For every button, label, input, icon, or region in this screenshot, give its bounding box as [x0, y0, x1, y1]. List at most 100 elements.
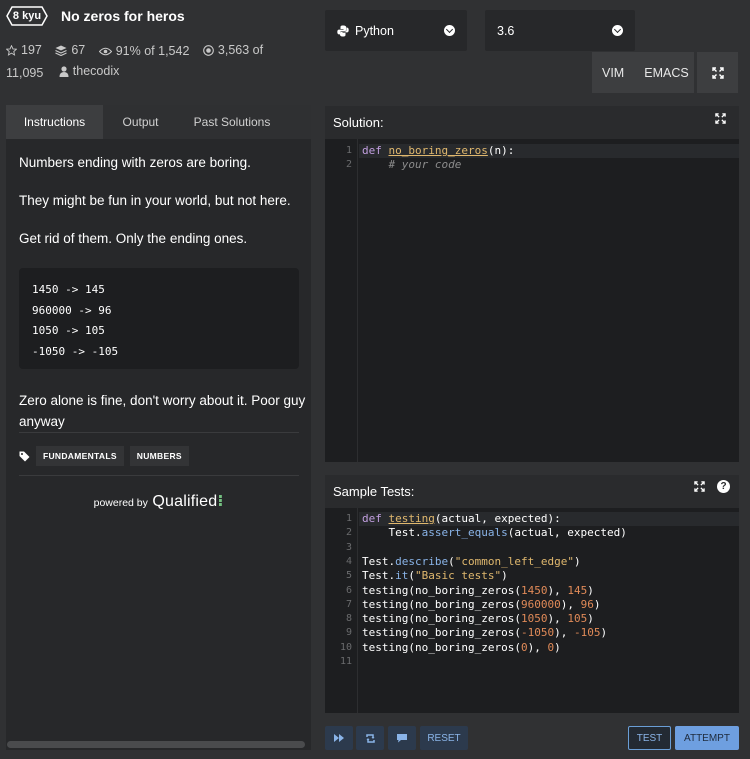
- tab-output[interactable]: Output: [103, 105, 178, 139]
- stars-count: 197: [21, 43, 42, 57]
- panel-tabs: Instructions Output Past Solutions: [6, 105, 311, 139]
- emacs-button[interactable]: EMACS: [634, 66, 698, 80]
- kata-title: No zeros for heros: [61, 8, 185, 24]
- completed-line1: 3,563 of: [217, 43, 264, 57]
- line-number: 9: [345, 627, 352, 639]
- code-line: Test.describe("common_left_edge"): [362, 554, 581, 568]
- user-icon: [59, 66, 69, 77]
- code-line: # your code: [388, 158, 462, 172]
- tag-list: FUNDAMENTALS NUMBERS: [19, 446, 189, 466]
- qualified-branding[interactable]: powered by Qualified⁝: [6, 491, 311, 511]
- satisfaction-value: 91% of 1,542: [115, 44, 190, 58]
- line-number: 4: [345, 555, 352, 567]
- vim-button[interactable]: VIM: [592, 66, 634, 80]
- fast-forward-button[interactable]: [325, 726, 353, 750]
- author-link[interactable]: thecodix: [59, 62, 120, 81]
- chevron-down-icon: [444, 25, 455, 36]
- badge-icon: [203, 45, 214, 56]
- code-line: testing(no_boring_zeros(960000), 96): [362, 597, 601, 611]
- completed-line2: 11,095: [6, 66, 44, 80]
- divider: [19, 475, 299, 476]
- paragraph-line: anyway: [19, 414, 65, 429]
- test-button[interactable]: TEST: [628, 726, 671, 750]
- code-line: Test.assert_equals(actual, expected): [362, 526, 627, 540]
- code-line: testing(no_boring_zeros(-1050), -105): [362, 626, 608, 640]
- code-line: testing(no_boring_zeros(0), 0): [362, 640, 561, 654]
- line-number: 11: [339, 656, 352, 667]
- expand-icon[interactable]: [694, 481, 705, 492]
- version-select[interactable]: 3.6: [485, 10, 635, 51]
- author-name: thecodix: [72, 64, 120, 78]
- line-number: 6: [345, 584, 352, 596]
- collections-stat[interactable]: 67: [55, 41, 85, 60]
- example-line: 960000 -> 96: [32, 303, 112, 317]
- paragraph-line: Zero alone is fine, don't worry about it…: [19, 393, 306, 408]
- rank-badge: 8 kyu: [6, 6, 48, 26]
- expand-icon[interactable]: [715, 113, 726, 124]
- eye-icon: [98, 47, 112, 56]
- sample-tests-header: Sample Tests: ?: [325, 475, 739, 508]
- instructions-panel: Instructions Output Past Solutions Numbe…: [6, 105, 311, 750]
- help-icon[interactable]: ?: [717, 480, 730, 493]
- description-paragraph: Get rid of them. Only the ending ones.: [19, 231, 248, 246]
- code-line: def testing(actual, expected):: [362, 512, 561, 525]
- tag-icon: [19, 451, 30, 461]
- divider: [19, 432, 299, 433]
- tab-past-solutions[interactable]: Past Solutions: [178, 105, 286, 139]
- example-line: 1450 -> 145: [32, 283, 105, 296]
- horizontal-scrollbar[interactable]: [7, 741, 305, 748]
- stars-stat[interactable]: 197: [6, 41, 42, 60]
- satisfaction-stat: 91% of 1,542: [98, 42, 190, 61]
- tag-numbers[interactable]: NUMBERS: [129, 446, 189, 466]
- description-paragraph: Numbers ending with zeros are boring.: [19, 155, 251, 170]
- tab-instructions[interactable]: Instructions: [6, 105, 103, 139]
- editor-mode-toggle: VIM EMACS: [592, 52, 694, 93]
- code-line: testing(no_boring_zeros(1050), 105): [362, 612, 594, 626]
- qualified-logo-mark: ⁝: [217, 493, 224, 510]
- fullscreen-button[interactable]: [697, 52, 738, 93]
- solution-header: Solution:: [325, 106, 739, 139]
- language-select[interactable]: Python: [325, 10, 467, 51]
- solution-editor[interactable]: Solution: 1 2 def no_boring_zeros(n): # …: [325, 106, 739, 462]
- line-number: 7: [345, 598, 352, 610]
- chat-icon: [397, 734, 407, 743]
- example-line: 1050 -> 105: [32, 324, 105, 337]
- line-number: 2: [345, 527, 352, 539]
- rank-label: 8 kyu: [12, 10, 42, 22]
- description-paragraph: They might be fun in your world, but not…: [19, 193, 291, 208]
- layers-icon: [55, 45, 68, 56]
- line-number: 3: [345, 541, 352, 553]
- attempt-button[interactable]: ATTEMPT: [675, 726, 739, 750]
- collections-count: 67: [71, 43, 86, 57]
- description-paragraph: Zero alone is fine, don't worry about it…: [19, 390, 305, 432]
- qualified-logo: Qualified: [152, 493, 218, 510]
- star-icon: [6, 45, 17, 56]
- powered-by-label: powered by: [93, 497, 148, 509]
- example-code-block: 1450 -> 145 960000 -> 96 1050 -> 105 -10…: [19, 268, 299, 369]
- expand-icon: [711, 66, 724, 79]
- line-number: 1: [345, 513, 352, 524]
- line-number: 8: [345, 613, 352, 625]
- sample-tests-title: Sample Tests:: [333, 484, 415, 499]
- version-value: 3.6: [497, 23, 515, 38]
- kata-stats: 197 67 91% of 1,542 3,563 of 11,095 thec…: [6, 41, 266, 83]
- chevron-down-icon: [612, 25, 623, 36]
- code-line: def no_boring_zeros(n):: [362, 144, 515, 157]
- solution-title: Solution:: [333, 115, 384, 130]
- refresh-icon: [365, 733, 375, 743]
- sample-tests-editor[interactable]: Sample Tests: ? 1 2 3 4 5 6 7 8 9 10 11 …: [325, 475, 739, 713]
- python-icon: [337, 25, 349, 36]
- line-number: 2: [345, 159, 352, 171]
- completed-stat: 3,563 of: [203, 41, 263, 60]
- language-value: Python: [355, 23, 394, 38]
- reset-button[interactable]: RESET: [420, 726, 468, 750]
- code-line: Test.it("Basic tests"): [362, 569, 508, 583]
- discuss-button[interactable]: [388, 726, 416, 750]
- code-line: testing(no_boring_zeros(1450), 145): [362, 583, 594, 597]
- line-number: 10: [339, 641, 352, 653]
- tag-fundamentals[interactable]: FUNDAMENTALS: [36, 446, 124, 466]
- refresh-button[interactable]: [356, 726, 384, 750]
- line-number: 1: [345, 145, 352, 156]
- example-line: -1050 -> -105: [32, 344, 119, 358]
- fast-forward-icon: [334, 734, 344, 742]
